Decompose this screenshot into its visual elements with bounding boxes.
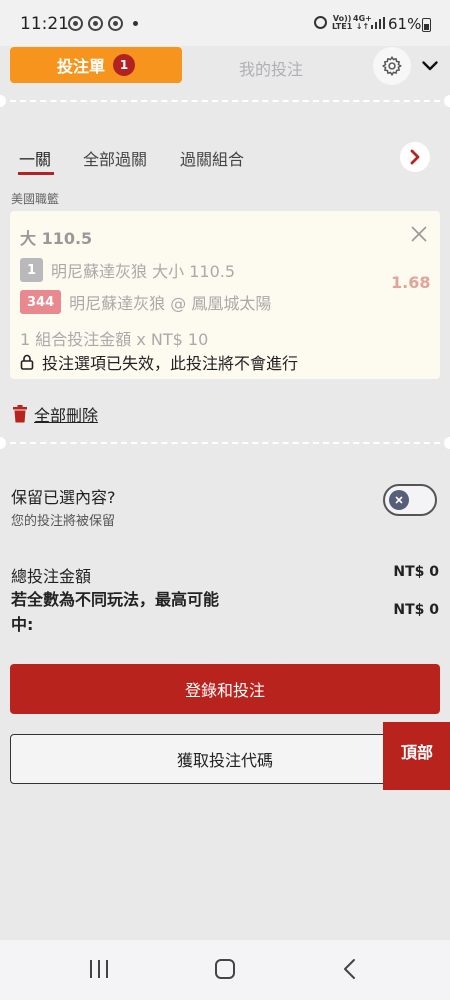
max-win-label: 若全數為不同玩法，最高可能中: bbox=[11, 590, 220, 634]
status-bar: 11:21 Vo)) LTE1 4G+ ↓↑ 61% bbox=[0, 0, 450, 46]
data-indicator: 4G+ ↓↑ bbox=[353, 15, 372, 31]
volte-bottom-text: LTE1 bbox=[332, 22, 353, 31]
login-and-bet-button[interactable]: 登錄和投注 bbox=[10, 664, 440, 714]
warning-row: 投注選項已失效，此投注將不會進行 bbox=[20, 350, 298, 374]
total-stake-label: 總投注金額 bbox=[11, 567, 92, 586]
event-row: 344 明尼蘇達灰狼 @ 鳳凰城太陽 bbox=[20, 290, 271, 314]
get-bet-code-button[interactable]: 獲取投注代碼 bbox=[10, 734, 440, 784]
chevron-down-icon bbox=[422, 61, 438, 71]
delete-all-button[interactable]: 全部刪除 bbox=[12, 402, 98, 426]
toggle-off-icon bbox=[395, 496, 403, 504]
market-row: 1 明尼蘇達灰狼 大小 110.5 bbox=[20, 258, 235, 282]
home-button[interactable] bbox=[215, 959, 235, 979]
keep-selections-toggle[interactable] bbox=[383, 484, 437, 516]
stake-line: 1 組合投注金額 x NT$ 10 bbox=[20, 330, 209, 349]
notification-dot-icon bbox=[133, 21, 138, 26]
keep-selections-subtitle: 您的投注將被保留 bbox=[11, 514, 116, 529]
league-name: 美國職籃 bbox=[11, 192, 60, 206]
back-to-top-button[interactable]: 頂部 bbox=[383, 722, 450, 790]
status-time: 11:21 bbox=[20, 14, 69, 34]
market-number-chip: 1 bbox=[20, 258, 44, 282]
close-icon bbox=[411, 226, 427, 242]
selection-odds: 1.68 bbox=[391, 273, 431, 292]
warning-text: 投注選項已失效，此投注將不會進行 bbox=[42, 354, 299, 373]
keep-selections-title: 保留已選內容? bbox=[11, 488, 116, 507]
chrome-icon bbox=[108, 16, 123, 31]
betslip-header: 投注單 1 我的投注 bbox=[0, 46, 450, 96]
active-tab-indicator bbox=[18, 172, 54, 175]
lock-icon bbox=[20, 354, 34, 370]
delete-all-label: 全部刪除 bbox=[34, 406, 99, 425]
total-stake-value: NT$ 0 bbox=[393, 564, 439, 580]
selection-title: 大 110.5 bbox=[20, 229, 93, 248]
max-win-value: NT$ 0 bbox=[393, 602, 439, 618]
bet-type-tabs: 一關 全部過關 過關組合 bbox=[0, 140, 450, 180]
divider bbox=[0, 95, 450, 107]
selection-card: 大 110.5 1 明尼蘇達灰狼 大小 110.5 344 明尼蘇達灰狼 @ 鳳… bbox=[10, 211, 440, 379]
betslip-count-badge: 1 bbox=[113, 54, 135, 76]
toggle-knob bbox=[389, 490, 409, 510]
gear-icon bbox=[381, 55, 402, 77]
market-text: 明尼蘇達灰狼 大小 110.5 bbox=[51, 262, 236, 281]
event-number-chip: 344 bbox=[20, 290, 62, 314]
collapse-button[interactable] bbox=[420, 56, 440, 76]
trash-icon bbox=[13, 405, 27, 423]
back-icon bbox=[344, 959, 355, 979]
system-nav-bar bbox=[0, 940, 450, 1000]
tab-all-parlay[interactable]: 全部過關 bbox=[83, 146, 147, 170]
signal-icon bbox=[371, 17, 385, 29]
divider bbox=[0, 437, 450, 449]
battery-icon bbox=[422, 18, 431, 32]
tab-single[interactable]: 一關 bbox=[19, 146, 51, 170]
alarm-icon bbox=[314, 16, 327, 29]
recent-apps-button[interactable] bbox=[90, 960, 108, 978]
battery-percent: 61% bbox=[388, 15, 422, 33]
remove-selection-button[interactable] bbox=[410, 225, 428, 243]
tab-betslip[interactable]: 投注單 1 bbox=[10, 47, 182, 83]
event-text: 明尼蘇達灰狼 @ 鳳凰城太陽 bbox=[69, 294, 272, 313]
chrome-icon bbox=[88, 16, 103, 31]
tab-parlay-combo[interactable]: 過關組合 bbox=[180, 146, 244, 170]
back-button[interactable] bbox=[340, 958, 360, 980]
chevron-right-icon bbox=[410, 149, 420, 165]
settings-button[interactable] bbox=[373, 47, 411, 85]
chrome-icon bbox=[68, 16, 83, 31]
tab-betslip-label: 投注單 bbox=[56, 57, 105, 76]
tab-my-bets[interactable]: 我的投注 bbox=[200, 56, 342, 80]
tabs-next-button[interactable] bbox=[400, 142, 430, 172]
data-bottom-text: ↓↑ bbox=[355, 22, 370, 31]
volte-indicator: Vo)) LTE1 bbox=[332, 15, 352, 31]
